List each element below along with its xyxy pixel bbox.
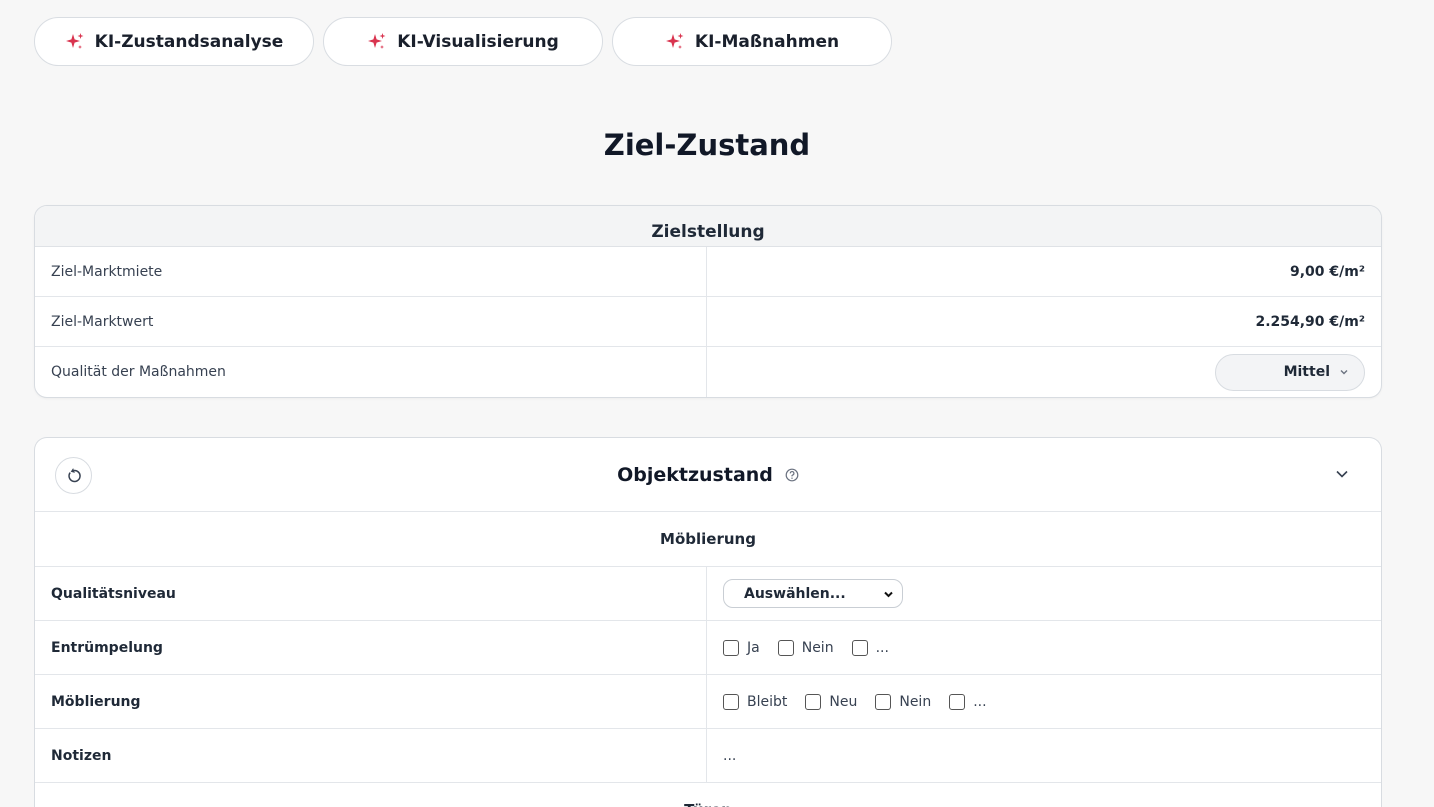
- reset-icon: [67, 467, 81, 482]
- sparkle-icon: [65, 32, 84, 49]
- chevron-down-icon[interactable]: [1333, 465, 1351, 483]
- qualitaet-massnahmen-cell: Mittel: [707, 347, 1381, 397]
- chevron-down-icon: [1340, 370, 1348, 375]
- table-row: Qualitätsniveau Auswählen...: [35, 567, 1381, 621]
- ai-visualisierung-button[interactable]: KI-Visualisierung: [323, 17, 603, 66]
- ai-zustandsanalyse-button[interactable]: KI-Zustandsanalyse: [34, 17, 314, 66]
- ai-massnahmen-label: KI-Maßnahmen: [694, 31, 840, 52]
- table-row: Entrümpelung Ja Nein ...: [35, 621, 1381, 675]
- ai-massnahmen-button[interactable]: KI-Maßnahmen: [612, 17, 892, 66]
- checkbox-box[interactable]: [723, 693, 739, 710]
- qualitaet-massnahmen-label: Qualität der Maßnahmen: [35, 347, 707, 397]
- checkbox-box[interactable]: [777, 639, 794, 656]
- zielstellung-card: Zielstellung Ziel-Marktmiete 9,00 €/m² Z…: [34, 205, 1382, 398]
- checkbox-box[interactable]: [875, 693, 892, 710]
- moeblierung-options: Bleibt Neu Nein ...: [707, 675, 1381, 728]
- checkbox-label: Neu: [829, 693, 858, 710]
- moeblierung-bleibt-checkbox[interactable]: Bleibt: [723, 693, 788, 710]
- entruempelung-other-checkbox[interactable]: ...: [851, 639, 889, 656]
- sparkle-icon: [368, 32, 386, 49]
- zielstellung-title: Zielstellung: [35, 206, 1381, 247]
- ai-visualisierung-label: KI-Visualisierung: [397, 31, 559, 52]
- sparkle-icon: [665, 32, 684, 49]
- checkbox-box[interactable]: [805, 693, 822, 710]
- checkbox-label: ...: [875, 639, 889, 656]
- entruempelung-options: Ja Nein ...: [707, 621, 1381, 674]
- notizen-value: ...: [723, 747, 737, 764]
- checkbox-box[interactable]: [851, 639, 868, 656]
- table-row: Notizen ...: [35, 729, 1381, 783]
- qualitaet-massnahmen-select[interactable]: Mittel: [1215, 353, 1365, 391]
- objektzustand-title: Objektzustand: [617, 463, 773, 486]
- checkbox-box[interactable]: [723, 639, 739, 656]
- chevron-down-icon: [884, 591, 893, 598]
- page-title: Ziel-Zustand: [603, 128, 811, 162]
- qualitaet-massnahmen-value: Mittel: [1283, 364, 1330, 380]
- moeblierung-label: Möblierung: [35, 675, 707, 728]
- ziel-marktwert-value: 2.254,90 €/m²: [1255, 313, 1365, 330]
- table-row: Möblierung Bleibt Neu Nein ...: [35, 675, 1381, 729]
- entruempelung-label: Entrümpelung: [35, 621, 707, 674]
- table-row: Ziel-Marktmiete 9,00 €/m²: [35, 247, 1381, 297]
- moeblierung-other-checkbox[interactable]: ...: [949, 693, 987, 710]
- ai-actions-bar: KI-Zustandsanalyse KI-Visualisierung KI-…: [34, 17, 892, 66]
- entruempelung-nein-checkbox[interactable]: Nein: [777, 639, 834, 656]
- ai-zustandsanalyse-label: KI-Zustandsanalyse: [94, 31, 284, 52]
- objektzustand-header: Objektzustand: [35, 438, 1381, 512]
- entruempelung-ja-checkbox[interactable]: Ja: [723, 639, 760, 656]
- qualitaetsniveau-label: Qualitätsniveau: [35, 567, 707, 620]
- checkbox-label: Bleibt: [747, 693, 788, 710]
- checkbox-label: ...: [973, 693, 987, 710]
- qualitaetsniveau-cell: Auswählen...: [707, 567, 1381, 620]
- ziel-marktwert-label: Ziel-Marktwert: [35, 297, 707, 346]
- objektzustand-card: Objektzustand Möblierung Qualitätsniveau…: [34, 437, 1382, 807]
- moeblierung-section-title: Möblierung: [35, 512, 1381, 567]
- table-row: Ziel-Marktwert 2.254,90 €/m²: [35, 297, 1381, 347]
- ziel-marktmiete-value: 9,00 €/m²: [1290, 263, 1365, 280]
- ziel-marktmiete-label: Ziel-Marktmiete: [35, 247, 707, 296]
- table-row: Qualität der Maßnahmen Mittel: [35, 347, 1381, 397]
- qualitaetsniveau-select[interactable]: Auswählen...: [723, 579, 903, 608]
- moeblierung-nein-checkbox[interactable]: Nein: [875, 693, 932, 710]
- checkbox-label: Nein: [899, 693, 932, 710]
- checkbox-label: Nein: [801, 639, 834, 656]
- notizen-field[interactable]: ...: [707, 729, 1381, 782]
- checkbox-label: Ja: [747, 639, 760, 656]
- help-icon[interactable]: [785, 468, 799, 482]
- moeblierung-neu-checkbox[interactable]: Neu: [805, 693, 858, 710]
- qualitaetsniveau-value: Auswählen...: [744, 585, 846, 602]
- tueren-section-title: Türen: [35, 783, 1381, 807]
- checkbox-box[interactable]: [949, 693, 966, 710]
- notizen-label: Notizen: [35, 729, 707, 782]
- reset-button[interactable]: [55, 457, 92, 494]
